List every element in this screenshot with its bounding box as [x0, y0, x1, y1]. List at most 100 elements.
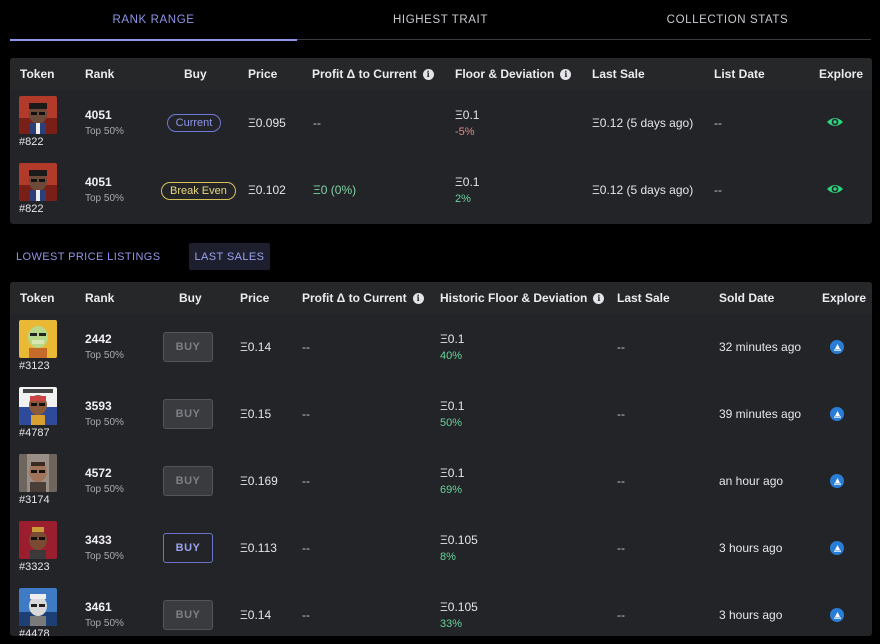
token-image[interactable]: [19, 163, 57, 201]
profit: --: [302, 474, 310, 488]
deviation: 40%: [440, 350, 463, 362]
last-sale: Ξ0.12 (5 days ago): [592, 183, 694, 197]
price: Ξ0.14: [240, 608, 272, 622]
token-image[interactable]: [19, 454, 57, 492]
info-icon[interactable]: i: [422, 68, 434, 80]
floor-value: Ξ0.1: [440, 399, 465, 413]
price: Ξ0.15: [240, 407, 272, 421]
header-buy: Buy: [179, 291, 202, 305]
rank-percentile: Top 50%: [85, 126, 124, 137]
main-tabs: RANK RANGE HIGHEST TRAIT COLLECTION STAT…: [10, 0, 871, 41]
table-row: #3323 3433 Top 50% BUY Ξ0.113 -- Ξ0.105 …: [10, 515, 872, 582]
rank-percentile: Top 50%: [85, 551, 124, 562]
list-date: --: [714, 183, 722, 197]
header-floor-label: Floor & Deviation: [455, 67, 555, 81]
last-sales-table: Token Rank Buy Price Profit Δ to Current…: [10, 282, 872, 636]
rank-percentile: Top 50%: [85, 350, 124, 361]
token-id: #4478: [19, 628, 50, 636]
token-image[interactable]: [19, 588, 57, 626]
header-last-sale: Last Sale: [617, 291, 670, 305]
opensea-icon[interactable]: [830, 541, 844, 555]
header-explore: Explore: [822, 291, 867, 305]
table-header: Token Rank Buy Price Profit Δ to Current…: [10, 282, 872, 314]
buy-cell: BUY: [163, 600, 213, 630]
header-token: Token: [20, 291, 55, 305]
last-sale: --: [617, 340, 625, 354]
header-token: Token: [20, 67, 55, 81]
buy-button[interactable]: BUY: [163, 466, 213, 496]
floor-value: Ξ0.1: [455, 175, 480, 189]
token-image[interactable]: [19, 387, 57, 425]
buy-cell: BUY: [163, 466, 213, 496]
opensea-icon[interactable]: [830, 608, 844, 622]
info-icon[interactable]: i: [412, 292, 424, 304]
sold-date: an hour ago: [719, 474, 784, 488]
opensea-icon[interactable]: [830, 474, 844, 488]
eye-icon[interactable]: [826, 113, 844, 136]
token-id: #3174: [19, 494, 50, 506]
floor-cell: Ξ0.105 33%: [440, 600, 478, 630]
last-sale: --: [617, 541, 625, 555]
current-badge[interactable]: Current: [166, 114, 222, 132]
token-id: #3323: [19, 561, 50, 573]
rank-percentile: Top 50%: [85, 618, 124, 629]
table-row: #3174 4572 Top 50% BUY Ξ0.169 -- Ξ0.1 69…: [10, 448, 872, 515]
info-icon[interactable]: i: [560, 68, 572, 80]
rank-cell: 2442 Top 50%: [85, 332, 124, 361]
break-even-badge[interactable]: Break Even: [161, 182, 236, 200]
rank-number: 3461: [85, 600, 112, 614]
rank-number: 4051: [85, 175, 112, 189]
tab-lowest-price-listings[interactable]: LOWEST PRICE LISTINGS: [10, 243, 167, 270]
table-row: #822 4051 Top 50% Break Even Ξ0.102 Ξ0 (…: [10, 157, 872, 224]
buy-cell: BUY: [163, 399, 213, 429]
profit: --: [302, 407, 310, 421]
header-price: Price: [248, 67, 278, 81]
rank-percentile: Top 50%: [85, 484, 124, 495]
floor-value: Ξ0.105: [440, 600, 478, 614]
header-floor-label: Historic Floor & Deviation: [440, 291, 588, 305]
rank-percentile: Top 50%: [85, 193, 124, 204]
price: Ξ0.169: [240, 474, 278, 488]
info-icon[interactable]: i: [593, 292, 605, 304]
rank-percentile: Top 50%: [85, 417, 124, 428]
token-id: #4787: [19, 427, 50, 439]
buy-button[interactable]: BUY: [163, 332, 213, 362]
buy-button[interactable]: BUY: [163, 600, 213, 630]
header-profit-label: Profit Δ to Current: [302, 291, 407, 305]
header-floor: Floor & Deviation i: [455, 58, 572, 90]
opensea-icon[interactable]: [830, 340, 844, 354]
header-rank: Rank: [85, 67, 115, 81]
last-sale: --: [617, 608, 625, 622]
table-row: #4787 3593 Top 50% BUY Ξ0.15 -- Ξ0.1 50%…: [10, 381, 872, 448]
floor-cell: Ξ0.105 8%: [440, 533, 478, 563]
buy-button[interactable]: BUY: [163, 399, 213, 429]
floor-value: Ξ0.105: [440, 533, 478, 547]
deviation: 33%: [440, 618, 463, 630]
tab-last-sales[interactable]: LAST SALES: [188, 243, 271, 270]
buy-cell: BUY: [163, 332, 213, 362]
token-image[interactable]: [19, 521, 57, 559]
last-sale: --: [617, 407, 625, 421]
buy-cell: BUY: [163, 533, 213, 563]
profit: --: [302, 541, 310, 555]
sold-date: 3 hours ago: [719, 541, 783, 555]
rank-number: 2442: [85, 332, 112, 346]
eye-icon[interactable]: [826, 180, 844, 203]
buy-button[interactable]: BUY: [163, 533, 213, 563]
tab-collection-stats[interactable]: COLLECTION STATS: [584, 0, 871, 40]
sold-date: 39 minutes ago: [719, 407, 802, 421]
tab-rank-range[interactable]: RANK RANGE: [10, 0, 297, 41]
header-explore: Explore: [819, 67, 864, 81]
sold-date: 3 hours ago: [719, 608, 783, 622]
deviation: -5%: [455, 126, 475, 138]
rank-number: 3593: [85, 399, 112, 413]
token-image[interactable]: [19, 320, 57, 358]
rank-cell: 3593 Top 50%: [85, 399, 124, 428]
floor-value: Ξ0.1: [440, 466, 465, 480]
opensea-icon[interactable]: [830, 407, 844, 421]
tab-highest-trait[interactable]: HIGHEST TRAIT: [297, 0, 584, 40]
token-image[interactable]: [19, 96, 57, 134]
rank-number: 4572: [85, 466, 112, 480]
price: Ξ0.095: [248, 116, 286, 130]
deviation: 2%: [455, 193, 471, 205]
